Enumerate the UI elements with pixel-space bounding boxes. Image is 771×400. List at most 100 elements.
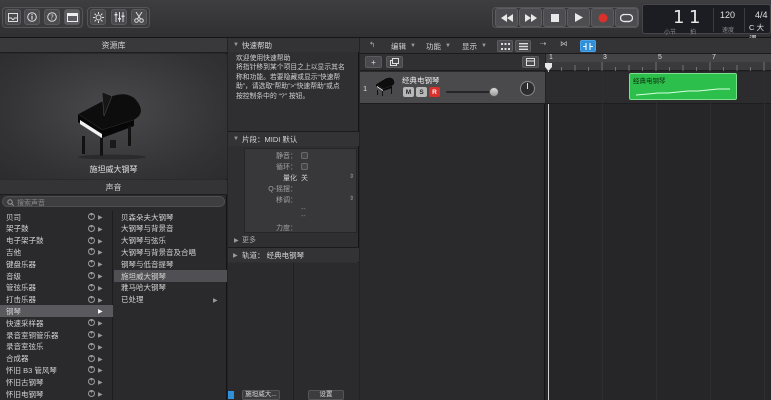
strip-right-name[interactable]: 设置 — [308, 390, 344, 400]
midi-region[interactable]: 经典电钢琴 — [629, 73, 737, 100]
category-item[interactable]: 键盘乐器 + ▶ — [0, 258, 113, 270]
more-row[interactable]: ▶ 更多 — [228, 234, 359, 246]
help-icon[interactable]: ? — [44, 9, 60, 25]
chevron-down-icon: ▼ — [481, 43, 487, 49]
add-icon[interactable]: + — [88, 378, 95, 386]
category-item[interactable]: 打击乐器 + ▶ — [0, 294, 113, 306]
lcd-beat-caption: 拍 — [690, 30, 697, 36]
stepper-icon[interactable]: ⇕ — [349, 173, 354, 180]
patch-item[interactable]: 贝森朵夫大钢琴 — [114, 211, 227, 223]
patch-item[interactable]: 雅马哈大钢琴 — [114, 282, 227, 294]
category-item[interactable]: 怀旧古钢琴 + ▶ — [0, 376, 113, 388]
category-label: 录音室铜管乐器 — [6, 330, 59, 340]
track-row[interactable]: 1 经典电钢琴 — [360, 72, 545, 104]
menu-edit[interactable]: 编辑 — [391, 41, 406, 52]
add-icon[interactable]: + — [88, 213, 95, 220]
list-view-icon[interactable] — [515, 40, 531, 52]
add-icon[interactable]: + — [88, 236, 95, 244]
patch-item[interactable]: 已处理 ▶ — [114, 294, 227, 306]
track-inspector-header[interactable]: ▶ 轨道： 经典电钢琴 — [228, 248, 359, 262]
duplicate-track-icon[interactable] — [386, 56, 403, 68]
scissors-icon[interactable] — [131, 9, 147, 25]
add-icon[interactable]: + — [88, 272, 95, 279]
category-item[interactable]: 快速采样器 + ▶ — [0, 317, 113, 329]
stop-icon[interactable] — [543, 8, 566, 27]
smart-controls-icon[interactable] — [90, 9, 106, 25]
region-inspector-header[interactable]: ▼ 片段：MIDI 默认 — [228, 132, 359, 146]
category-item[interactable]: 音级 + ▶ — [0, 270, 113, 282]
add-icon[interactable]: + — [88, 366, 95, 374]
quickhelp-header[interactable]: ▼ 快速帮助 — [228, 38, 359, 52]
patch-item[interactable]: 大钢琴与弦乐 — [114, 235, 227, 247]
category-item[interactable]: 架子鼓 + ▶ — [0, 223, 113, 235]
ruler[interactable]: 1 3 5 7 — [546, 54, 771, 71]
loop-checkbox[interactable] — [301, 163, 308, 170]
catch-playhead-icon[interactable]: ⇢ — [540, 39, 546, 48]
add-icon[interactable]: + — [88, 331, 95, 338]
solo-button[interactable]: S — [416, 87, 427, 97]
record-enable-button[interactable]: R — [429, 87, 440, 97]
category-item[interactable]: 吉他 + ▶ — [0, 246, 113, 258]
rewind-icon[interactable] — [495, 8, 518, 27]
lcd-display[interactable]: 1 1 小节 拍 120 速度 4/4 C 大调 — [642, 4, 771, 43]
add-icon[interactable]: + — [88, 390, 95, 397]
playhead-line[interactable] — [548, 71, 549, 400]
category-item[interactable]: 贝司 + ▶ — [0, 211, 113, 223]
strip-left-name[interactable]: 施坦威大... — [242, 390, 280, 400]
search-field[interactable]: 搜索声音 — [2, 196, 225, 207]
transpose-label: 移调： — [276, 197, 297, 204]
global-tracks-icon[interactable] — [522, 56, 539, 68]
snap-icon[interactable] — [580, 40, 596, 52]
patch-item[interactable]: 钢琴与低音提琴 — [114, 258, 227, 270]
timeline-area[interactable]: 1 3 5 7 经典电钢琴 — [545, 54, 771, 400]
category-item[interactable]: 管弦乐器 + ▶ — [0, 282, 113, 294]
zoom-waveform-icon[interactable]: ⋈ — [560, 39, 568, 48]
volume-slider-knob[interactable] — [489, 87, 499, 97]
disclosure-triangle-icon: ▶ — [234, 238, 239, 244]
mute-checkbox[interactable] — [301, 152, 308, 159]
info-icon[interactable] — [24, 9, 40, 25]
back-arrow-icon[interactable]: ↰ — [369, 40, 375, 49]
category-item[interactable]: 钢琴 ▶ — [0, 305, 113, 318]
fast-forward-icon[interactable] — [519, 8, 542, 27]
category-item[interactable]: 录音室铜管乐器 + ▶ — [0, 329, 113, 341]
mute-button[interactable]: M — [403, 87, 414, 97]
stepper-icon[interactable]: ⇕ — [349, 195, 354, 202]
cycle-icon[interactable] — [615, 8, 638, 27]
grid-view-icon[interactable] — [497, 40, 513, 52]
category-item[interactable]: 录音室弦乐 + ▶ — [0, 341, 113, 353]
add-icon[interactable]: + — [88, 354, 95, 362]
ruler-ticks — [547, 62, 765, 71]
category-item[interactable]: 怀旧电钢琴 + ▶ — [0, 388, 113, 400]
category-item[interactable]: 怀旧 B3 管风琴 + ▶ — [0, 364, 113, 376]
track-number: 1 — [363, 84, 368, 93]
quickhelp-line: 助”，请选取“帮助”>“快速帮助”或点 — [236, 83, 340, 91]
add-icon[interactable]: + — [88, 283, 95, 291]
menu-view[interactable]: 显示 — [462, 41, 477, 52]
add-icon[interactable]: + — [88, 248, 95, 256]
add-icon[interactable]: + — [88, 342, 95, 350]
quantize-value[interactable]: 关 — [301, 173, 308, 183]
playhead-marker[interactable] — [545, 63, 553, 72]
add-track-button[interactable]: + — [365, 56, 382, 68]
media-browser-icon[interactable] — [64, 9, 80, 25]
add-icon[interactable]: + — [88, 224, 95, 232]
chevron-right-icon: ▶ — [98, 309, 103, 316]
category-label: 合成器 — [6, 354, 29, 364]
pan-knob[interactable] — [520, 81, 535, 96]
add-icon[interactable]: + — [88, 295, 95, 303]
play-icon[interactable] — [567, 8, 590, 27]
inbox-icon[interactable] — [5, 9, 21, 25]
patch-item[interactable]: 大钢琴与背景音 — [114, 223, 227, 235]
track-name[interactable]: 经典电钢琴 — [402, 75, 440, 86]
menu-functions[interactable]: 功能 — [426, 41, 441, 52]
quickhelp-line: 按控制条中的 “?” 按钮。 — [236, 92, 310, 100]
add-icon[interactable]: + — [88, 319, 95, 327]
add-icon[interactable]: + — [88, 260, 95, 268]
mixer-icon[interactable] — [111, 9, 127, 25]
category-item[interactable]: 电子架子鼓 + ▶ — [0, 235, 113, 247]
record-icon[interactable] — [591, 8, 614, 27]
category-item[interactable]: 合成器 + ▶ — [0, 353, 113, 365]
patch-item[interactable]: 施坦威大钢琴 — [114, 270, 227, 282]
patch-item[interactable]: 大钢琴与背景音及合唱 — [114, 246, 227, 258]
